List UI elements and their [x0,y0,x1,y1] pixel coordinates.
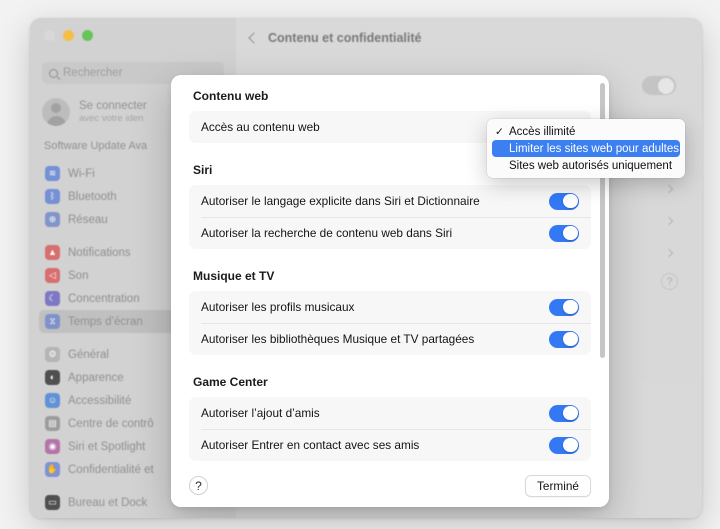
close-window-button[interactable] [44,30,55,41]
page-title: Contenu et confidentialité [268,31,421,45]
sidebar-item-label: Bluetooth [68,191,117,203]
section-title: Musique et TV [193,269,591,283]
settings-toggle[interactable] [549,225,579,242]
settings-row-label: Autoriser la recherche de contenu web da… [201,226,452,240]
notifications-icon: ▲ [45,245,60,260]
minimize-window-button[interactable] [63,30,74,41]
bluetooth-icon: ᛒ [45,189,60,204]
sidebar-item-label: Apparence [68,372,124,384]
sidebar-item-label: Notifications [68,247,131,259]
siri-icon: ◉ [45,439,60,454]
accessibility-icon: ☺ [45,393,60,408]
settings-row[interactable]: Autoriser le langage explicite dans Siri… [189,185,591,217]
settings-row-label: Autoriser le langage explicite dans Siri… [201,194,480,208]
account-primary-label: Se connecter [79,99,147,113]
settings-toggle[interactable] [549,437,579,454]
settings-row[interactable]: Autoriser les bibliothèques Musique et T… [189,323,591,355]
control-center-icon: ▤ [45,416,60,431]
user-avatar-icon [42,98,70,126]
chevron-right-icon-1[interactable] [665,185,673,193]
sidebar-item-label: Général [68,349,109,361]
screen-time-icon: ⧖ [45,314,60,329]
done-button[interactable]: Terminé [525,475,591,497]
menu-item-0[interactable]: Accès illimité [492,123,680,140]
general-icon: ⚙ [45,347,60,362]
section-spacer [189,355,591,375]
sidebar-item-label: Concentration [68,293,140,305]
chevron-right-icon-2[interactable] [665,217,673,225]
settings-card: Autoriser les profils musicaux Autoriser … [189,291,591,355]
section-title: Contenu web [193,89,591,103]
search-icon [49,69,58,78]
settings-toggle[interactable] [549,193,579,210]
menu-item-2[interactable]: Sites web autorisés uniquement [492,157,680,174]
settings-window: Rechercher Se connecter avec votre iden … [30,18,702,518]
settings-row[interactable]: Autoriser l’ajout d’amis [189,397,591,429]
settings-toggle[interactable] [549,299,579,316]
settings-row-label: Autoriser les profils musicaux [201,300,354,314]
menu-item-1[interactable]: Limiter les sites web pour adultes [492,140,680,157]
search-placeholder: Rechercher [63,67,122,79]
appearance-icon: ◐ [45,370,60,385]
settings-row-label: Accès au contenu web [201,120,320,134]
settings-row[interactable]: Autoriser les profils musicaux [189,291,591,323]
account-secondary-label: avec votre iden [79,113,147,125]
sidebar-item-label: Bureau et Dock [68,497,147,509]
sound-icon: ◁ [45,268,60,283]
settings-card: Autoriser l’ajout d’amis Autoriser Entrer… [189,397,591,461]
traffic-light-buttons[interactable] [44,30,93,41]
settings-row-label: Autoriser Entrer en contact avec ses ami… [201,438,419,452]
detail-header: Contenu et confidentialité [236,18,702,58]
sheet-footer: ? Terminé [171,463,609,507]
zoom-window-button[interactable] [82,30,93,41]
settings-row-label: Autoriser les bibliothèques Musique et T… [201,332,474,346]
settings-toggle[interactable] [549,331,579,348]
settings-row-label: Autoriser l’ajout d’amis [201,406,320,420]
settings-toggle[interactable] [549,405,579,422]
sidebar-item-label: Confidentialité et [68,464,154,476]
sidebar-item-label: Temps d’écran [68,316,143,328]
section-title: Game Center [193,375,591,389]
settings-row[interactable]: Autoriser la recherche de contenu web da… [189,217,591,249]
desktop-dock-icon: ▭ [45,495,60,510]
sidebar-item-label: Accessibilité [68,395,131,407]
account-text: Se connecter avec votre iden [79,99,147,125]
focus-icon: ☾ [45,291,60,306]
sidebar-item-label: Son [68,270,88,282]
sidebar-item-label: Réseau [68,214,108,226]
privacy-icon: ✋ [45,462,60,477]
background-master-toggle[interactable] [642,76,676,95]
settings-card: Autoriser le langage explicite dans Siri… [189,185,591,249]
section-spacer [189,249,591,269]
sidebar-item-label: Centre de contrô [68,418,154,430]
background-help-button[interactable]: ? [661,273,678,290]
network-icon: ⊕ [45,212,60,227]
settings-row[interactable]: Autoriser Entrer en contact avec ses ami… [189,429,591,461]
chevron-right-icon-3[interactable] [665,249,673,257]
chevron-left-icon[interactable] [248,32,259,43]
wifi-icon: ≋ [45,166,60,181]
web-content-access-dropdown-menu[interactable]: Accès illimitéLimiter les sites web pour… [487,119,685,178]
sidebar-item-label: Siri et Spotlight [68,441,145,453]
help-button[interactable]: ? [189,476,208,495]
sidebar-item-label: Wi-Fi [68,168,95,180]
